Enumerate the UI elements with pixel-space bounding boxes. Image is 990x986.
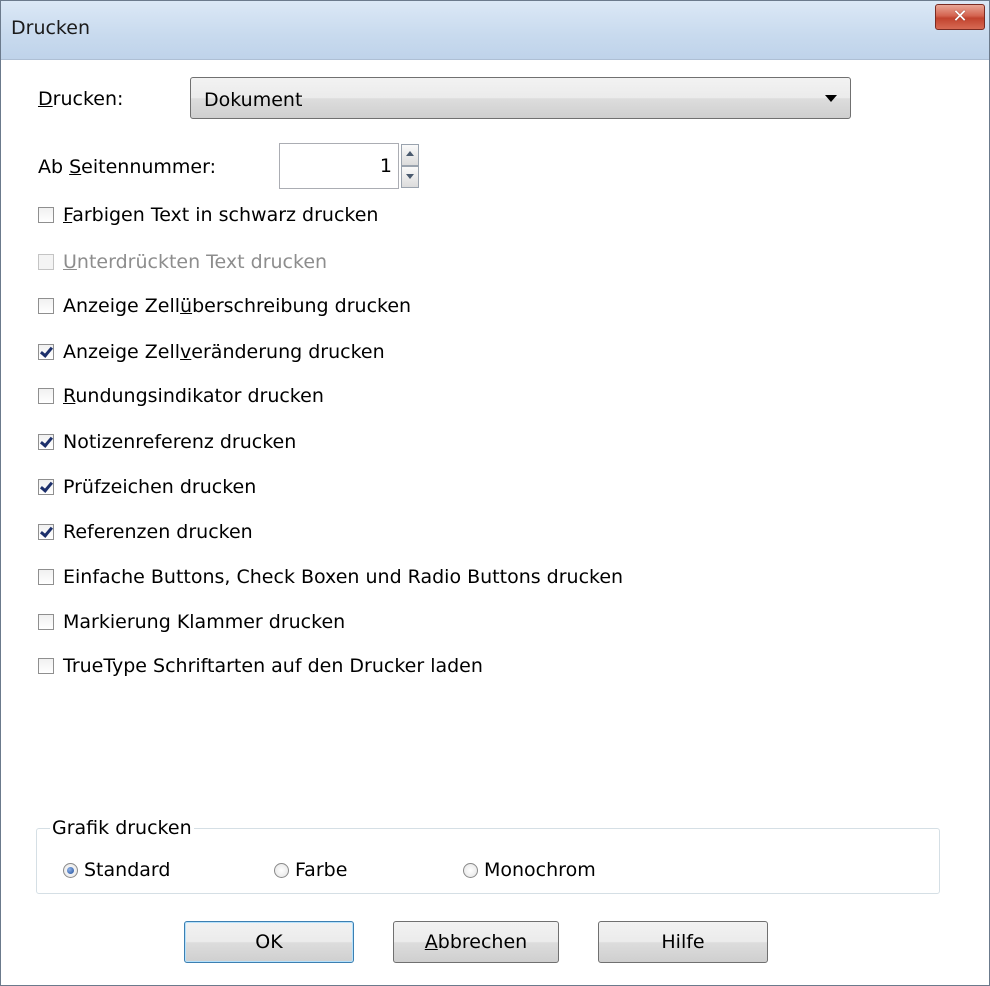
start-page-value: 1 [379, 155, 392, 177]
graphics-legend: Grafik drucken [50, 817, 194, 839]
spin-up-button[interactable] [401, 144, 419, 166]
cancel-rest: bbrechen [437, 931, 528, 953]
start-page-label: Ab Seitennummer: [38, 156, 216, 178]
checkbox[interactable] [38, 569, 54, 585]
radio-color[interactable]: Farbe [274, 856, 347, 884]
print-label-rest: rucken: [52, 88, 124, 110]
label-part: Notizenreferenz drucken [63, 431, 297, 453]
checkbox-label: Einfache Buttons, Check Boxen und Radio … [63, 566, 623, 588]
label-part: Markierung Klammer drucken [63, 611, 346, 633]
label-mnemonic: F [63, 204, 73, 226]
option-cell-override[interactable]: Anzeige Zellüberschreibung drucken [38, 293, 411, 319]
label-mnemonic: ü [180, 295, 193, 317]
radio-label: Farbe [295, 859, 348, 881]
checkbox-label: Anzeige Zellveränderung drucken [63, 341, 385, 363]
option-note-reference[interactable]: Notizenreferenz drucken [38, 429, 296, 455]
option-truetype-fonts[interactable]: TrueType Schriftarten auf den Drucker la… [38, 653, 483, 679]
option-suppressed-text[interactable]: Unterdrückten Text drucken [38, 249, 327, 275]
radio-label: Standard [84, 859, 171, 881]
close-button[interactable]: ✕ [935, 4, 985, 30]
label-part: Prüfzeichen drucken [63, 476, 257, 498]
checkbox[interactable] [38, 658, 54, 674]
ok-button[interactable]: OK [184, 921, 354, 963]
start-page-input[interactable]: 1 [279, 143, 399, 189]
label-part: berschreibung drucken [192, 295, 412, 317]
checkbox[interactable] [38, 388, 54, 404]
label-mnemonic: R [63, 385, 76, 407]
option-rounding-indicator[interactable]: Rundungsindikator drucken [38, 383, 324, 409]
checkbox[interactable] [38, 479, 54, 495]
label-part: undungsindikator drucken [75, 385, 324, 407]
checkbox-label: Farbigen Text in schwarz drucken [63, 204, 378, 226]
label-part: nterdrückten Text drucken [76, 251, 328, 273]
start-page-label-prefix: Ab [38, 156, 70, 178]
label-part: Anzeige Zell [63, 295, 181, 317]
print-label-mnemonic: D [38, 88, 53, 110]
radio-button[interactable] [274, 862, 289, 878]
label-mnemonic: U [63, 251, 77, 273]
help-button[interactable]: Hilfe [598, 921, 768, 963]
option-references[interactable]: Referenzen drucken [38, 519, 253, 545]
window-title: Drucken [11, 17, 90, 39]
close-icon: ✕ [952, 6, 968, 27]
dropdown-arrow-icon[interactable] [825, 95, 837, 102]
spin-down-button[interactable] [401, 166, 419, 188]
label-part: Einfache Buttons, Check Boxen und Radio … [63, 566, 624, 588]
arrow-down-icon [406, 174, 414, 179]
checkbox[interactable] [38, 254, 54, 270]
option-cell-change[interactable]: Anzeige Zellveränderung drucken [38, 339, 385, 365]
arrow-up-icon [406, 151, 414, 156]
help-button-label: Hilfe [661, 931, 705, 953]
start-page-label-mnemonic: S [69, 156, 82, 178]
label-part: Anzeige Zell [63, 341, 181, 363]
cancel-button-label: Abbrechen [425, 931, 527, 953]
print-dialog: Drucken ✕ Drucken: Dokument Ab Seitennum… [0, 0, 990, 986]
cancel-button[interactable]: Abbrechen [393, 921, 559, 963]
radio-button[interactable] [63, 862, 78, 878]
checkbox-label: Anzeige Zellüberschreibung drucken [63, 295, 411, 317]
checkbox[interactable] [38, 614, 54, 630]
checkbox-label: Unterdrückten Text drucken [63, 251, 327, 273]
checkbox-label: Rundungsindikator drucken [63, 385, 324, 407]
print-select[interactable]: Dokument [190, 77, 851, 119]
ok-button-label: OK [255, 931, 283, 953]
label-part: eränderung drucken [191, 341, 385, 363]
title-bar[interactable]: Drucken ✕ [1, 1, 989, 60]
checkbox[interactable] [38, 434, 54, 450]
option-check-marks[interactable]: Prüfzeichen drucken [38, 474, 256, 500]
option-bracket-marking[interactable]: Markierung Klammer drucken [38, 609, 345, 635]
checkbox-label: TrueType Schriftarten auf den Drucker la… [63, 655, 483, 677]
label-mnemonic: v [180, 341, 192, 363]
checkbox[interactable] [38, 524, 54, 540]
radio-standard[interactable]: Standard [63, 856, 170, 884]
label-part: arbigen Text in schwarz drucken [72, 204, 379, 226]
print-select-value: Dokument [204, 89, 303, 111]
option-simple-buttons[interactable]: Einfache Buttons, Check Boxen und Radio … [38, 564, 623, 590]
radio-monochrome[interactable]: Monochrom [463, 856, 596, 884]
checkbox-label: Notizenreferenz drucken [63, 431, 296, 453]
start-page-label-rest: eitennummer: [81, 156, 216, 178]
cancel-mnemonic: A [424, 931, 438, 953]
checkbox-label: Referenzen drucken [63, 521, 253, 543]
label-part: TrueType Schriftarten auf den Drucker la… [63, 655, 483, 677]
checkbox-label: Markierung Klammer drucken [63, 611, 345, 633]
radio-button[interactable] [463, 862, 478, 878]
print-label: Drucken: [38, 88, 123, 110]
radio-label: Monochrom [484, 859, 596, 881]
checkbox[interactable] [38, 344, 54, 360]
label-part: Referenzen drucken [63, 521, 253, 543]
option-colored-text-black[interactable]: Farbigen Text in schwarz drucken [38, 202, 378, 228]
checkbox-label: Prüfzeichen drucken [63, 476, 256, 498]
start-page-spinner [401, 144, 419, 188]
checkbox[interactable] [38, 298, 54, 314]
checkbox[interactable] [38, 207, 54, 223]
